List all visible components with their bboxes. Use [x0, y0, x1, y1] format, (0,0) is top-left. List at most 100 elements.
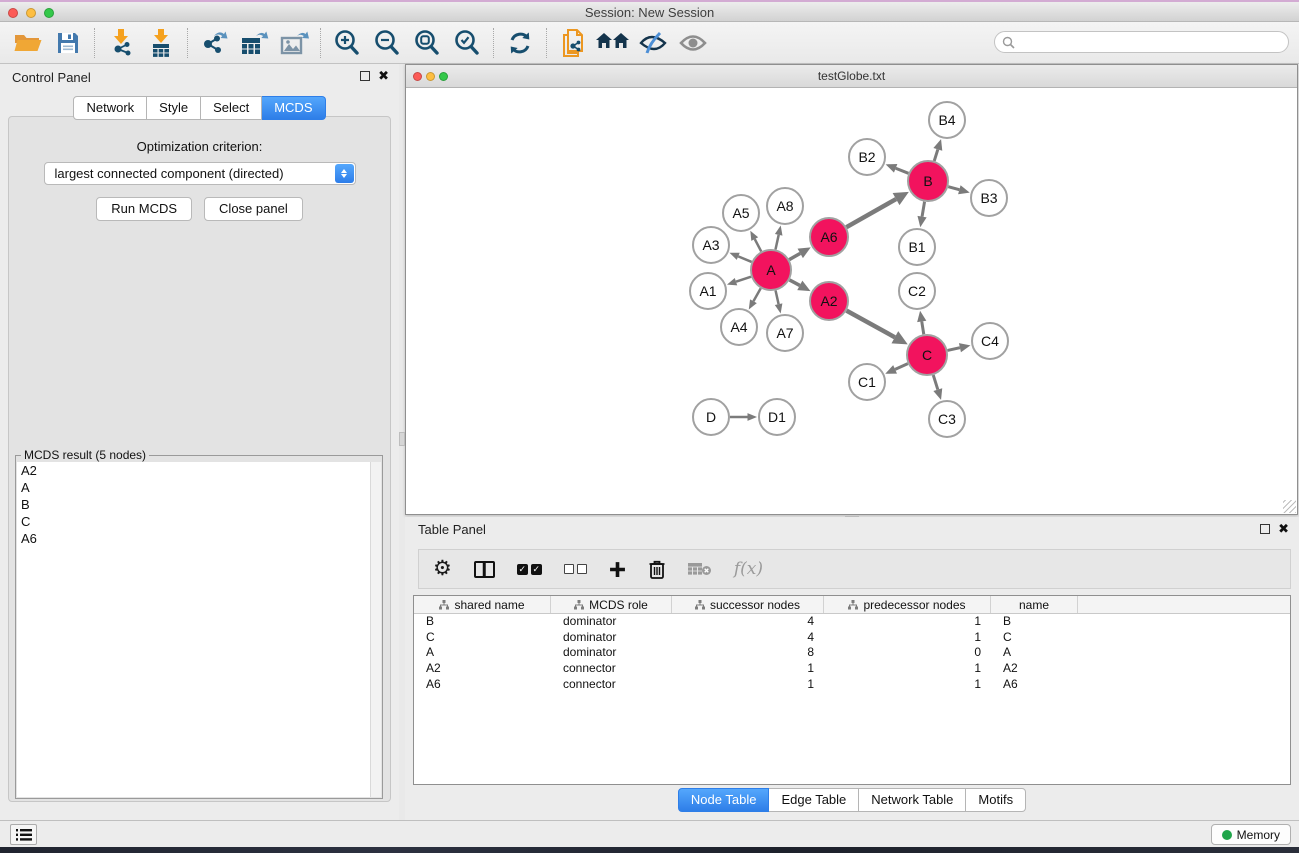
graph-edge-C-C1[interactable]	[895, 364, 908, 370]
table-cell[interactable]: A2	[414, 661, 551, 677]
graph-node-A6[interactable]: A6	[810, 218, 848, 256]
tab-style[interactable]: Style	[147, 96, 201, 120]
optimization-select[interactable]: largest connected component (directed)	[44, 162, 356, 185]
graph-node-B1[interactable]: B1	[899, 229, 935, 265]
search-input[interactable]	[1019, 33, 1288, 51]
close-table-panel-icon[interactable]: ✖	[1278, 524, 1289, 534]
table-cell[interactable]: 0	[824, 645, 991, 661]
graph-edge-B-B3[interactable]	[948, 187, 959, 190]
graph-node-A8[interactable]: A8	[767, 188, 803, 224]
column-header-successor-nodes[interactable]: successor nodes	[672, 596, 824, 613]
graph-edge-A-A3[interactable]	[738, 256, 751, 262]
graph-node-C[interactable]: C	[907, 335, 947, 375]
table-row[interactable]: Adominator80A	[414, 645, 1290, 661]
memory-button[interactable]: Memory	[1211, 824, 1291, 845]
graph-node-C4[interactable]: C4	[972, 323, 1008, 359]
graph-node-A3[interactable]: A3	[693, 227, 729, 263]
graph-edge-A2-C[interactable]	[847, 311, 895, 338]
run-mcds-button[interactable]: Run MCDS	[96, 197, 192, 221]
column-header-predecessor-nodes[interactable]: predecessor nodes	[824, 596, 991, 613]
tab-select[interactable]: Select	[201, 96, 262, 120]
graph-edge-A-A6[interactable]	[789, 253, 800, 259]
result-scrollbar[interactable]	[370, 462, 381, 797]
table-cell[interactable]: B	[991, 614, 1078, 630]
zoom-selected-button[interactable]	[447, 25, 487, 61]
show-columns-button[interactable]	[474, 561, 495, 578]
table-row[interactable]: Cdominator41C	[414, 630, 1290, 646]
close-panel-icon[interactable]: ✖	[378, 71, 389, 81]
result-item[interactable]: A	[17, 479, 381, 496]
delete-column-button[interactable]	[648, 559, 666, 579]
tab-node-table[interactable]: Node Table	[678, 788, 770, 812]
result-item[interactable]: C	[17, 513, 381, 530]
save-session-button[interactable]	[48, 25, 88, 61]
table-cell[interactable]: dominator	[551, 630, 672, 646]
table-row[interactable]: A6connector11A6	[414, 677, 1290, 693]
result-item[interactable]: A2	[17, 462, 381, 479]
export-table-button[interactable]	[234, 25, 274, 61]
zoom-out-button[interactable]	[367, 25, 407, 61]
graph-edge-C-C2[interactable]	[922, 321, 924, 334]
table-cell[interactable]: 4	[672, 630, 824, 646]
tab-mcds[interactable]: MCDS	[262, 96, 325, 120]
graph-node-B[interactable]: B	[908, 161, 948, 201]
zoom-fit-button[interactable]	[407, 25, 447, 61]
tab-network[interactable]: Network	[73, 96, 147, 120]
graph-node-A[interactable]: A	[751, 250, 791, 290]
graph-edge-B-B1[interactable]	[922, 202, 924, 217]
graph-edge-A-A2[interactable]	[790, 280, 800, 285]
graph-node-B3[interactable]: B3	[971, 180, 1007, 216]
table-cell[interactable]: connector	[551, 677, 672, 693]
graph-node-A1[interactable]: A1	[690, 273, 726, 309]
tab-network-table[interactable]: Network Table	[859, 788, 966, 812]
graph-edge-A-A7[interactable]	[776, 290, 779, 304]
hide-details-button[interactable]	[633, 25, 673, 61]
deselect-all-button[interactable]	[564, 564, 587, 574]
graph-node-A5[interactable]: A5	[723, 195, 759, 231]
task-history-button[interactable]	[10, 824, 37, 845]
table-cell[interactable]: A	[991, 645, 1078, 661]
table-cell[interactable]: 1	[824, 677, 991, 693]
graph-node-A7[interactable]: A7	[767, 315, 803, 351]
result-item[interactable]: A6	[17, 530, 381, 547]
vertical-split-handle[interactable]	[399, 432, 405, 446]
network-canvas[interactable]: B4B2BB3A5A8A6A3B1AA1C2A2A4A7C4CC1C3DD1	[406, 88, 1297, 514]
select-all-button[interactable]: ✓✓	[517, 564, 542, 575]
graph-node-A4[interactable]: A4	[721, 309, 757, 345]
table-cell[interactable]: 1	[824, 661, 991, 677]
graph-node-D[interactable]: D	[693, 399, 729, 435]
graph-edge-A-A8[interactable]	[775, 235, 778, 250]
table-cell[interactable]: 4	[672, 614, 824, 630]
column-header-mcds-role[interactable]: MCDS role	[551, 596, 672, 613]
tab-edge-table[interactable]: Edge Table	[769, 788, 859, 812]
open-file-button[interactable]	[8, 25, 48, 61]
graph-edge-A-A1[interactable]	[736, 277, 751, 282]
graph-node-C2[interactable]: C2	[899, 273, 935, 309]
delete-table-button[interactable]	[688, 562, 712, 576]
table-cell[interactable]: C	[991, 630, 1078, 646]
resize-grip[interactable]	[1283, 500, 1296, 513]
column-header-name[interactable]: name	[991, 596, 1078, 613]
graph-node-B2[interactable]: B2	[849, 139, 885, 175]
search-field[interactable]	[994, 31, 1289, 53]
graph-edge-C-C3[interactable]	[933, 375, 938, 390]
graph-edge-B-B4[interactable]	[934, 149, 938, 161]
table-settings-button[interactable]: ⚙	[433, 559, 452, 579]
home-button[interactable]	[593, 25, 633, 61]
table-cell[interactable]: A2	[991, 661, 1078, 677]
table-cell[interactable]: dominator	[551, 645, 672, 661]
export-image-button[interactable]	[274, 25, 314, 61]
table-cell[interactable]: 1	[672, 677, 824, 693]
table-cell[interactable]: 8	[672, 645, 824, 661]
float-panel-icon[interactable]	[360, 71, 370, 81]
import-table-button[interactable]	[141, 25, 181, 61]
refresh-button[interactable]	[500, 25, 540, 61]
table-cell[interactable]: C	[414, 630, 551, 646]
show-details-button[interactable]	[673, 25, 713, 61]
table-cell[interactable]: 1	[824, 630, 991, 646]
table-row[interactable]: A2connector11A2	[414, 661, 1290, 677]
table-cell[interactable]: 1	[672, 661, 824, 677]
table-cell[interactable]: A	[414, 645, 551, 661]
clone-network-button[interactable]	[553, 25, 593, 61]
table-cell[interactable]: 1	[824, 614, 991, 630]
